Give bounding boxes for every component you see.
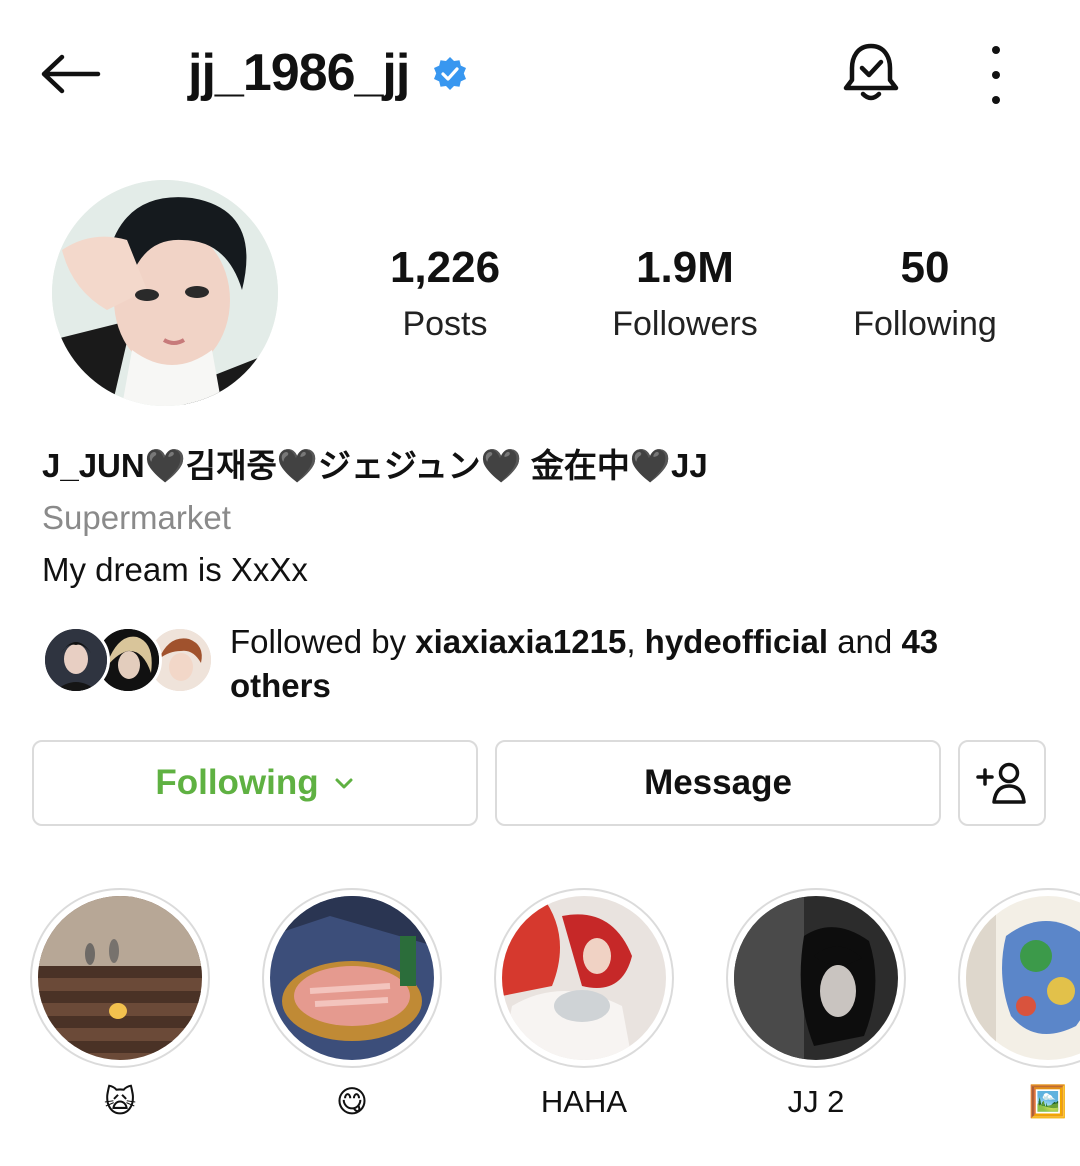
- followed-by-prefix: Followed by: [230, 623, 416, 660]
- bell-check-icon: [843, 43, 899, 101]
- followers-stat[interactable]: 1.9M Followers: [575, 240, 795, 352]
- and-text: and: [828, 623, 902, 660]
- profile-avatar[interactable]: [52, 180, 278, 406]
- message-button[interactable]: Message: [495, 740, 941, 826]
- add-user-icon: [976, 762, 1026, 804]
- more-options-button[interactable]: [976, 46, 1016, 104]
- followers-count: 1.9M: [636, 243, 734, 292]
- highlight-cover: [966, 896, 1080, 1060]
- notifications-button[interactable]: [838, 40, 904, 106]
- following-stat[interactable]: 50 Following: [815, 240, 1035, 352]
- story-highlight[interactable]: HAHA: [494, 888, 674, 1122]
- story-highlight[interactable]: 😋: [262, 888, 442, 1122]
- suggested-users-button[interactable]: [958, 740, 1046, 826]
- profile-username: jj_1986_jj: [188, 44, 410, 102]
- following-button-label: Following: [155, 763, 319, 802]
- highlight-ring: [494, 888, 674, 1068]
- following-count: 50: [900, 243, 950, 292]
- dot: [992, 96, 1000, 104]
- story-highlight[interactable]: JJ 2: [726, 888, 906, 1122]
- highlight-caption: 🖼️: [1028, 1084, 1068, 1119]
- mutual-username[interactable]: hydeofficial: [645, 623, 828, 660]
- posts-stat[interactable]: 1,226 Posts: [335, 240, 555, 352]
- highlight-caption: JJ 2: [787, 1084, 845, 1119]
- posts-count: 1,226: [389, 243, 501, 292]
- story-highlight[interactable]: 🙀: [30, 888, 210, 1122]
- following-button[interactable]: Following: [32, 740, 478, 826]
- followers-label: Followers: [612, 305, 758, 343]
- highlight-caption: 😋: [335, 1084, 369, 1119]
- message-button-label: Message: [644, 763, 792, 802]
- highlight-ring: [262, 888, 442, 1068]
- profile-category: Supermarket: [42, 499, 231, 536]
- highlight-cover: [734, 896, 898, 1060]
- highlight-caption: 🙀: [103, 1084, 137, 1119]
- separator-text: ,: [626, 623, 645, 660]
- verified-badge-icon: [434, 57, 466, 90]
- chevron-down-icon: [335, 778, 353, 789]
- story-highlight[interactable]: 🖼️: [958, 888, 1080, 1122]
- followed-by-text[interactable]: Followed by xiaxiaxia1215, hydeofficial …: [230, 620, 1030, 708]
- highlight-cover: [38, 896, 202, 1060]
- dot: [992, 46, 1000, 54]
- highlight-ring: [726, 888, 906, 1068]
- following-label: Following: [853, 305, 997, 343]
- highlight-caption: HAHA: [540, 1084, 628, 1119]
- posts-label: Posts: [402, 305, 488, 343]
- back-button[interactable]: [38, 44, 110, 104]
- highlight-ring: [958, 888, 1080, 1068]
- mutual-avatar-image: [45, 629, 107, 691]
- arrow-left-icon: [41, 54, 101, 94]
- mutual-follower-avatar[interactable]: [42, 626, 110, 694]
- highlight-ring: [30, 888, 210, 1068]
- bio-text: My dream is XxXx: [42, 551, 308, 588]
- highlight-cover: [270, 896, 434, 1060]
- dot: [992, 71, 1000, 79]
- mutual-username[interactable]: xiaxiaxia1215: [415, 623, 626, 660]
- avatar-image: [52, 180, 278, 406]
- highlight-cover: [502, 896, 666, 1060]
- display-name: J_JUN🖤김재중🖤ジェジュン🖤 金在中🖤JJ: [42, 447, 708, 484]
